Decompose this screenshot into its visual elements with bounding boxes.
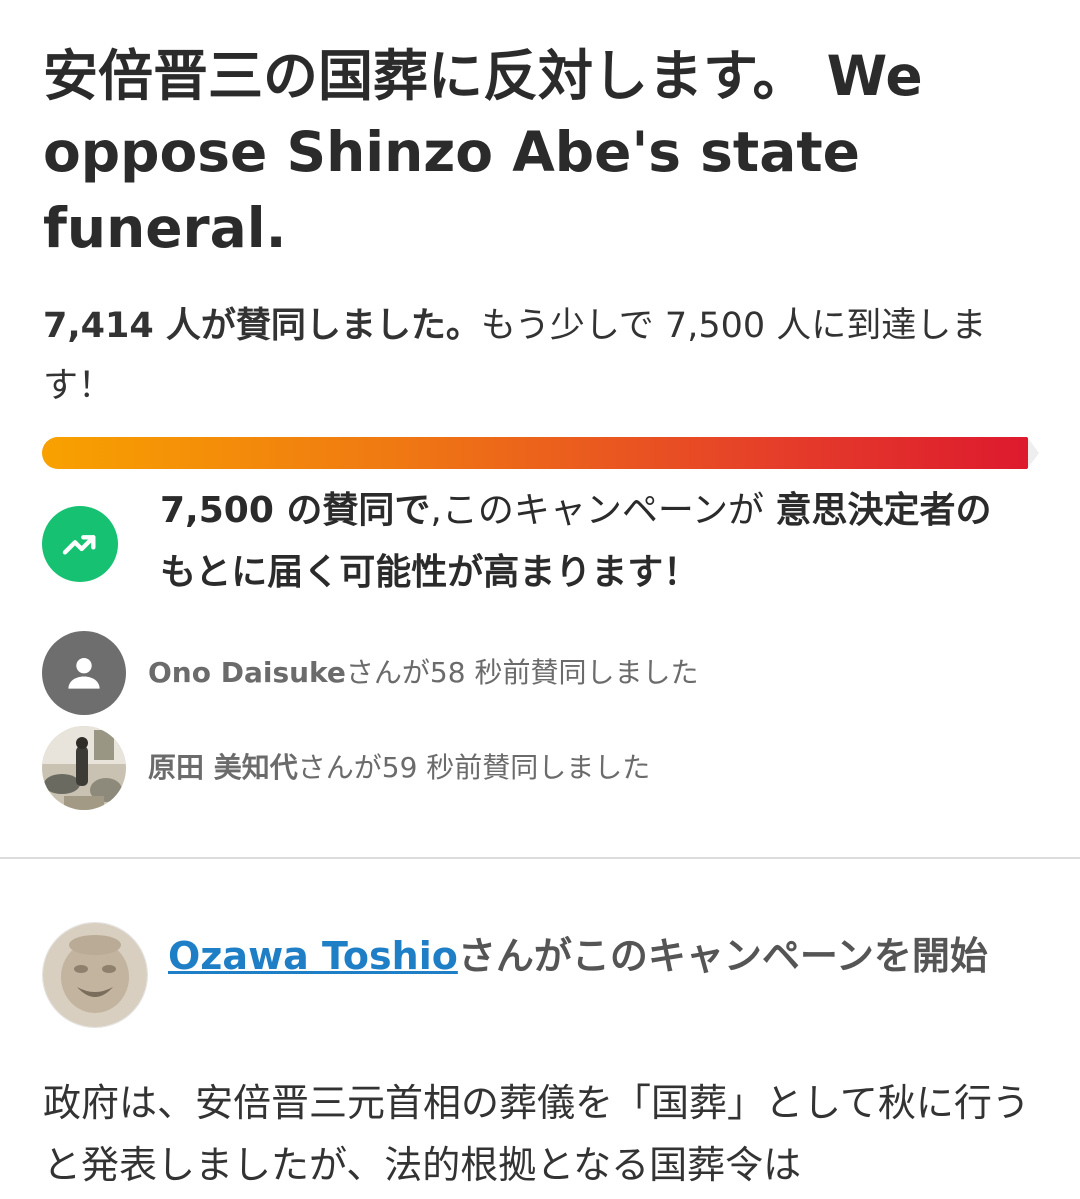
- signature-progress-bar: [42, 437, 1039, 469]
- signature-summary: 7,414 人が賛同しました。もう少しで 7,500 人に到達します！: [43, 296, 1043, 416]
- signature-count: 7,414 人が賛同しました。: [43, 306, 481, 346]
- default-user-icon: [42, 631, 126, 715]
- signer-time: さんが59 秒前賛同しました: [297, 751, 651, 784]
- avatar: [42, 726, 126, 810]
- petition-title: 安倍晋三の国葬に反対します。 We oppose Shinzo Abe's st…: [43, 44, 923, 260]
- section-divider: [0, 857, 1080, 859]
- recent-signer-item: Ono Daisukeさんが58 秒前賛同しました: [42, 631, 1042, 715]
- milestone-lead: 7,500 の賛同で: [160, 490, 431, 531]
- petition-description: 政府は、安倍晋三元首相の葬儀を「国葬」として秋に行うと発表しましたが、法的根拠と…: [43, 1081, 1030, 1187]
- milestone-text: 7,500 の賛同で,このキャンペーンが 意思決定者のもとに届く可能性が高まりま…: [160, 480, 1020, 604]
- starter-suffix: さんがこのキャンペーンを開始: [457, 934, 988, 978]
- starter-name-link[interactable]: Ozawa Toshio: [168, 934, 458, 978]
- recent-signer-text: 原田 美知代さんが59 秒前賛同しました: [148, 748, 650, 788]
- starter-avatar[interactable]: [42, 922, 148, 1028]
- signer-time: さんが58 秒前賛同しました: [345, 656, 699, 689]
- signer-name: 原田 美知代: [148, 751, 298, 784]
- recent-signer-text: Ono Daisukeさんが58 秒前賛同しました: [148, 653, 698, 693]
- recent-signer-item: 原田 美知代さんが59 秒前賛同しました: [42, 726, 1042, 810]
- milestone-middle: ,このキャンペーンが: [430, 490, 776, 531]
- signer-name: Ono Daisuke: [148, 656, 346, 689]
- signature-progress-fill: [42, 437, 1028, 469]
- trending-up-icon: [42, 506, 118, 582]
- starter-text: Ozawa Toshioさんがこのキャンペーンを開始: [168, 924, 1018, 988]
